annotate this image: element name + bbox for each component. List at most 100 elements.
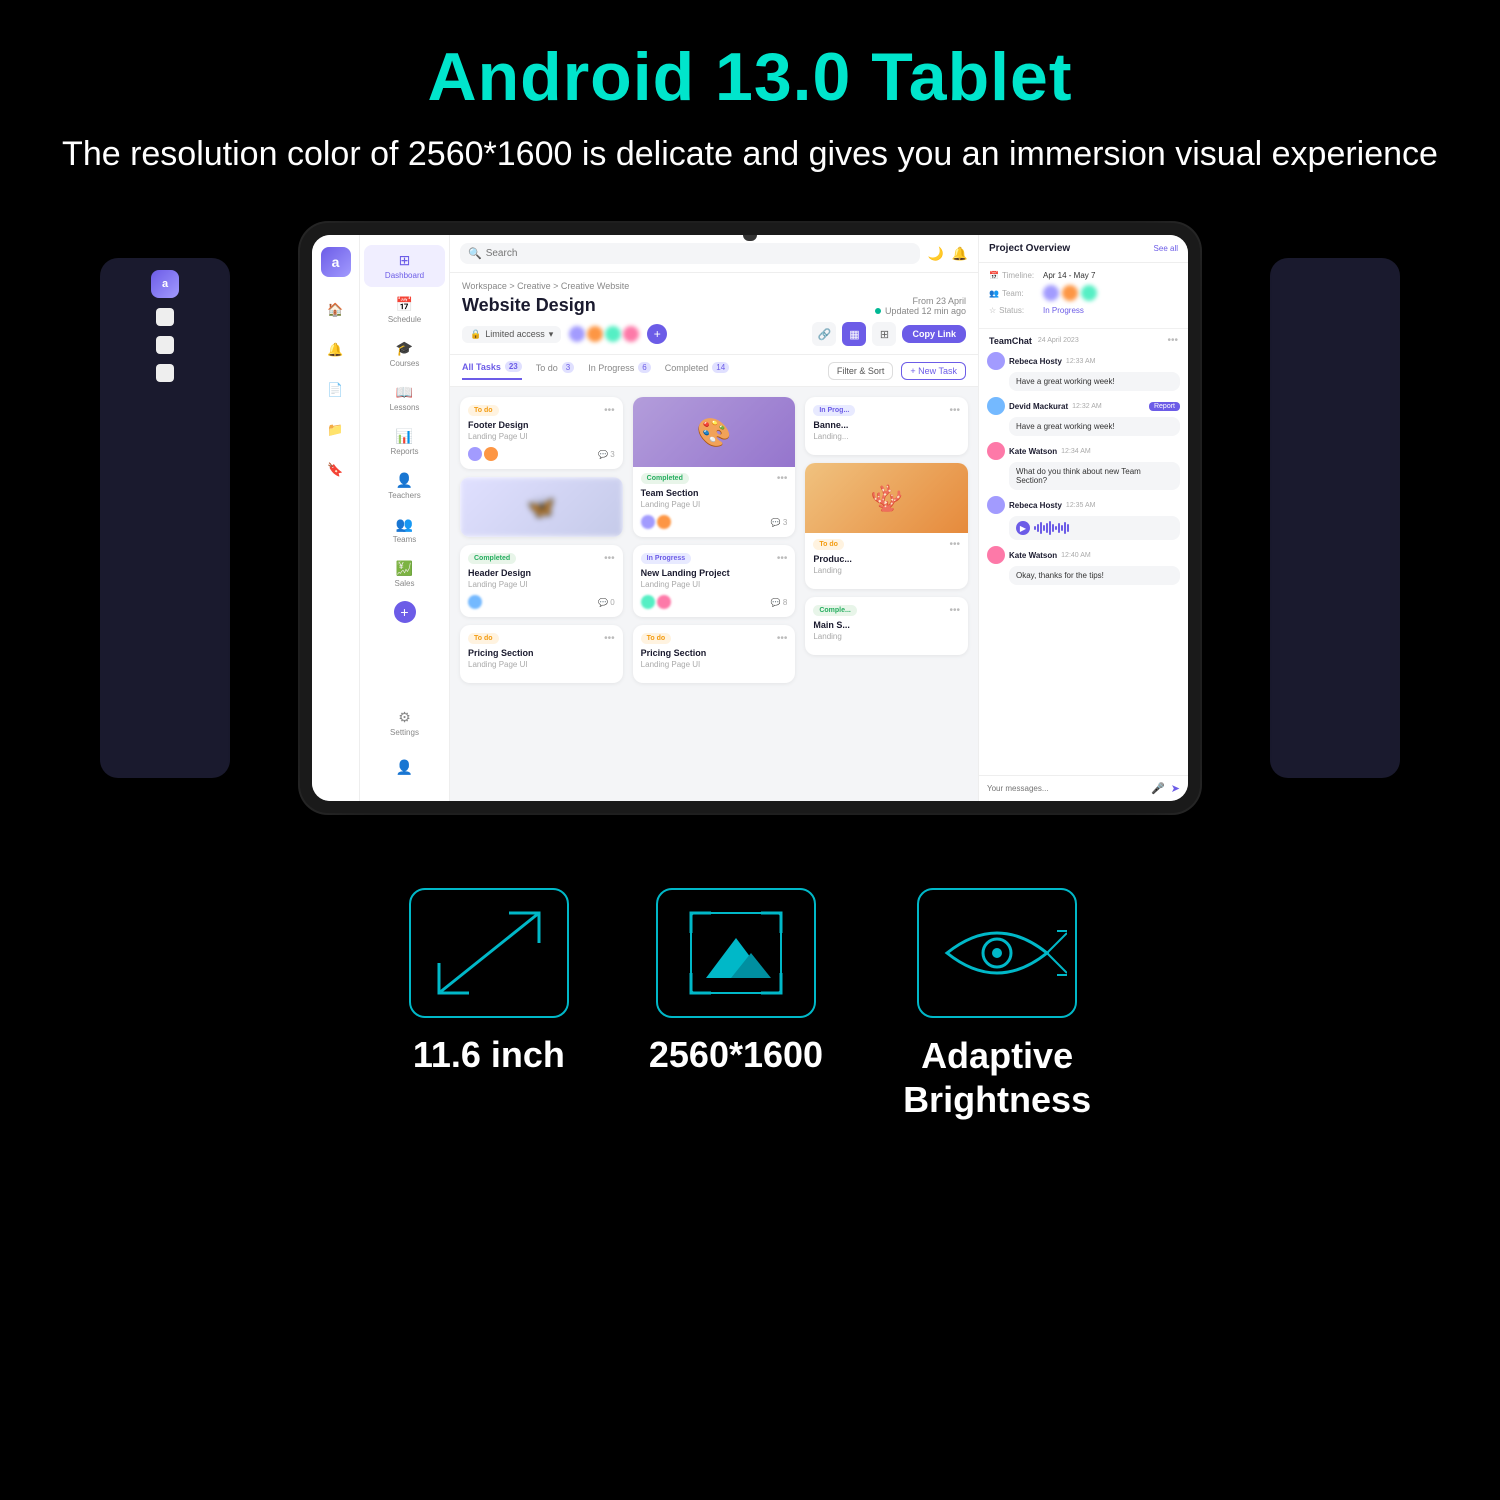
access-badge[interactable]: 🔒 Limited access ▾ (462, 326, 561, 343)
status-row: ☆ Status: In Progress (989, 306, 1178, 315)
waveform (1034, 521, 1069, 535)
tab-all-tasks[interactable]: All Tasks 23 (462, 361, 522, 380)
card-comments-1: 💬3 (598, 450, 614, 459)
send-icon[interactable]: ➤ (1171, 782, 1180, 795)
sidebar-item-user[interactable]: 👤 (392, 752, 417, 783)
teamchat-menu[interactable]: ••• (1167, 335, 1178, 346)
sidebar-item-schedule[interactable]: 📅 Schedule (364, 289, 445, 331)
sidebar-narrow-bookmark[interactable]: 🔖 (323, 457, 349, 483)
card-footer-image: 🦋 (460, 477, 623, 537)
team-av-3 (1081, 285, 1097, 301)
avatar-4 (623, 326, 639, 342)
play-btn[interactable]: ▶ (1016, 521, 1030, 535)
card-image-blurred: 🦋 (460, 477, 623, 537)
kanban-col-1: To do ••• Footer Design Landing Page UI (460, 397, 623, 791)
card-team-section: 🎨 Completed ••• Team Section Landing Pag… (633, 397, 796, 537)
avatar-2 (587, 326, 603, 342)
teamchat-title: TeamChat (989, 336, 1032, 346)
moon-icon[interactable]: 🌙 (928, 246, 944, 262)
add-member-btn[interactable]: + (647, 324, 667, 344)
audio-bubble: ▶ (1009, 516, 1180, 540)
team-av-1 (1043, 285, 1059, 301)
sidebar-narrow: a 🏠 🔔 📄 📁 🔖 (312, 235, 360, 801)
feature-resolution-label: 2560*1600 (649, 1034, 823, 1076)
sidebar-item-teachers[interactable]: 👤 Teachers (364, 465, 445, 507)
card-pricing-1: To do ••• Pricing Section Landing Page U… (460, 625, 623, 683)
card-avatars-3 (641, 515, 671, 529)
team-row: 👥 Team: (989, 285, 1178, 301)
avatar-3 (605, 326, 621, 342)
status-value: In Progress (1043, 306, 1084, 315)
hero-title: Android 13.0 Tablet (20, 40, 1480, 115)
av (468, 595, 482, 609)
sidebar-item-sales[interactable]: 💹 Sales (364, 553, 445, 595)
access-avatars (569, 326, 639, 342)
card-menu-3[interactable]: ••• (777, 473, 788, 484)
tab-todo[interactable]: To do 3 (536, 362, 574, 379)
sidebar-item-settings[interactable]: ⚙ Settings (386, 702, 423, 744)
online-dot (875, 308, 881, 314)
feature-brightness-label: AdaptiveBrightness (903, 1034, 1091, 1120)
chat-av-1 (987, 352, 1005, 370)
see-all-btn[interactable]: See all (1154, 244, 1178, 253)
sidebar-item-teams[interactable]: 👥 Teams (364, 509, 445, 551)
timeline-label: 📅 Timeline: (989, 271, 1037, 280)
chat-bubble-2: Have a great working week! (1009, 417, 1180, 436)
new-task-btn[interactable]: + New Task (901, 362, 966, 380)
sidebar-add-btn[interactable]: + (394, 601, 416, 623)
card-comments-3: 💬3 (771, 518, 787, 527)
chat-msg-5: Kate Watson 12:40 AM Okay, thanks for th… (987, 546, 1180, 585)
teamchat-date: 24 April 2023 (1038, 337, 1079, 344)
right-panel: Project Overview See all 📅 Timeline: Apr… (978, 235, 1188, 801)
copy-link-btn[interactable]: Copy Link (902, 325, 966, 343)
search-box[interactable]: 🔍 (460, 243, 920, 264)
screen-resolution-icon (676, 903, 796, 1003)
card-new-landing: In Progress ••• New Landing Project Land… (633, 545, 796, 617)
breadcrumb: Workspace > Creative > Creative Website (462, 281, 966, 291)
task-tabs: All Tasks 23 To do 3 In Progress 6 Compl… (450, 355, 978, 387)
chat-input[interactable] (987, 784, 1145, 793)
sidebar-narrow-home[interactable]: 🏠 (323, 297, 349, 323)
diagonal-arrow-icon (429, 903, 549, 1003)
tablet-scene: a a 🏠 🔔 📄 📁 🔖 ⊞ Dashboard (0, 208, 1500, 828)
filter-sort-btn[interactable]: Filter & Sort (828, 362, 894, 380)
card-menu-2[interactable]: ••• (604, 553, 615, 564)
sidebar-narrow-folder[interactable]: 📁 (323, 417, 349, 443)
bell-icon[interactable]: 🔔 (952, 246, 968, 262)
timeline-row: 📅 Timeline: Apr 14 - May 7 (989, 271, 1178, 280)
hero-subtitle: The resolution color of 2560*1600 is del… (20, 131, 1480, 179)
link-icon[interactable]: 🔗 (812, 322, 836, 346)
card-menu-p1[interactable]: ••• (604, 633, 615, 644)
sidebar-item-reports[interactable]: 📊 Reports (364, 421, 445, 463)
tab-completed[interactable]: Completed 14 (665, 362, 729, 379)
chat-msg-3: Kate Watson 12:34 AM What do you think a… (987, 442, 1180, 490)
mic-icon[interactable]: 🎤 (1151, 782, 1165, 795)
card-menu-7[interactable]: ••• (950, 605, 961, 616)
card-menu-p2[interactable]: ••• (777, 633, 788, 644)
card-comments-2: 💬0 (598, 598, 614, 607)
chat-msg-1: Rebeca Hosty 12:33 AM Have a great worki… (987, 352, 1180, 391)
report-badge: Report (1149, 402, 1180, 411)
card-menu-6[interactable]: ••• (950, 539, 961, 550)
sidebar-item-courses[interactable]: 🎓 Courses (364, 333, 445, 375)
card-team-image: 🎨 (633, 397, 796, 467)
chat-messages: Rebeca Hosty 12:33 AM Have a great worki… (979, 352, 1188, 775)
card-menu-5[interactable]: ••• (950, 405, 961, 416)
chat-av-4 (987, 496, 1005, 514)
sidebar-item-lessons[interactable]: 📖 Lessons (364, 377, 445, 419)
star-icon: ☆ (989, 306, 996, 315)
card-main-s: Comple... ••• Main S... Landing (805, 597, 968, 655)
sidebar-item-dashboard[interactable]: ⊞ Dashboard (364, 245, 445, 287)
grid-icon[interactable]: ▦ (842, 322, 866, 346)
status-completed-2: Completed (641, 473, 689, 484)
tab-in-progress[interactable]: In Progress 6 (588, 362, 650, 379)
search-input[interactable] (486, 248, 618, 259)
card-menu-1[interactable]: ••• (604, 405, 615, 416)
topbar: 🔍 🌙 🔔 (450, 235, 978, 273)
card-menu-4[interactable]: ••• (777, 553, 788, 564)
sidebar-narrow-doc[interactable]: 📄 (323, 377, 349, 403)
sidebar-narrow-notification[interactable]: 🔔 (323, 337, 349, 363)
table-icon[interactable]: ⊞ (872, 322, 896, 346)
kanban-col-2: 🎨 Completed ••• Team Section Landing Pag… (633, 397, 796, 791)
kanban-col-3: In Prog... ••• Banne... Landing... 🪸 (805, 397, 968, 791)
